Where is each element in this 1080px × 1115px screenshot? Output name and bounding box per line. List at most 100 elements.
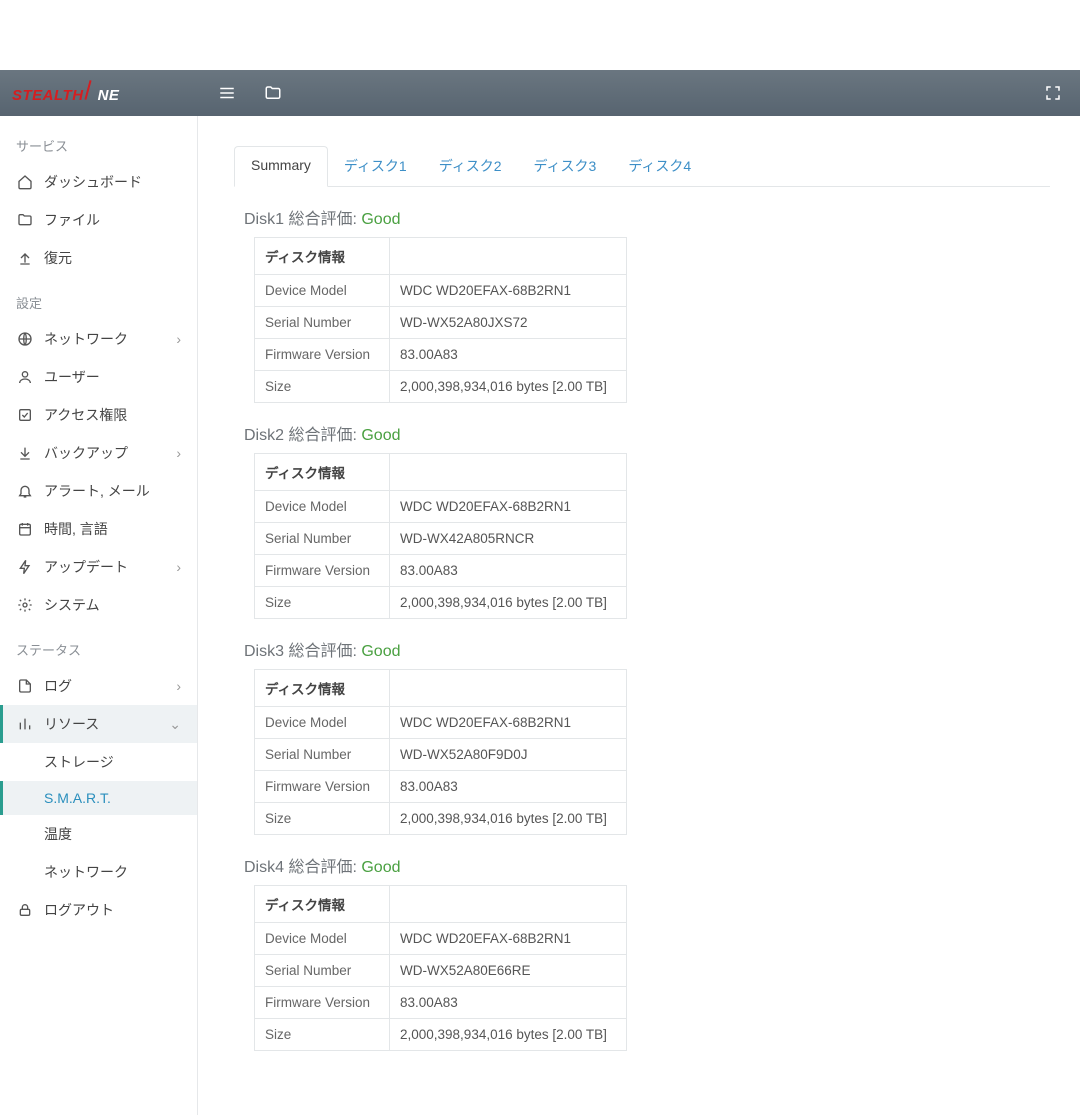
tab-disk2[interactable]: ディスク2 [423, 146, 518, 186]
chevron-right-icon: › [176, 678, 181, 694]
nav-alert[interactable]: アラート, メール [0, 472, 197, 510]
nav-smart[interactable]: S.M.A.R.T. [0, 781, 197, 815]
disk-info-table: ディスク情報 Device ModelWDC WD20EFAX-68B2RN1 … [254, 669, 627, 835]
disk-title: Disk1 総合評価: Good [244, 205, 1050, 229]
nav-dashboard[interactable]: ダッシュボード [0, 163, 197, 201]
nav-label: バックアップ [44, 443, 128, 463]
tab-disk1[interactable]: ディスク1 [328, 146, 423, 186]
globe-icon [16, 330, 34, 348]
cell-value: 83.00A83 [390, 771, 627, 803]
table-row: Size2,000,398,934,016 bytes [2.00 TB] [255, 371, 627, 403]
fullscreen-button[interactable] [1038, 78, 1068, 108]
tab-summary[interactable]: Summary [234, 146, 328, 187]
table-header: ディスク情報 [255, 670, 390, 707]
topbar: STEALTHNE [0, 70, 1080, 116]
table-row: Device ModelWDC WD20EFAX-68B2RN1 [255, 491, 627, 523]
bell-icon [16, 482, 34, 500]
cell-label: Serial Number [255, 523, 390, 555]
upload-icon [16, 249, 34, 267]
table-row: Serial NumberWD-WX52A80JXS72 [255, 307, 627, 339]
cell-value: 83.00A83 [390, 555, 627, 587]
nav-temp[interactable]: 温度 [0, 815, 197, 853]
cell-label: Firmware Version [255, 339, 390, 371]
disk-title: Disk2 総合評価: Good [244, 421, 1050, 445]
folder-button[interactable] [258, 78, 288, 108]
logo: STEALTHNE [12, 82, 212, 104]
cell-value: WD-WX52A80JXS72 [390, 307, 627, 339]
nav-label: リソース [44, 714, 99, 734]
cell-label: Serial Number [255, 955, 390, 987]
hamburger-icon [218, 84, 236, 102]
nav-network2[interactable]: ネットワーク [0, 853, 197, 891]
cell-value: 83.00A83 [390, 339, 627, 371]
cell-label: Firmware Version [255, 555, 390, 587]
nav-label: ログアウト [44, 900, 114, 920]
cell-label: Device Model [255, 923, 390, 955]
nav-system[interactable]: システム [0, 586, 197, 624]
disk-info-table: ディスク情報 Device ModelWDC WD20EFAX-68B2RN1 … [254, 885, 627, 1051]
status-good: Good [361, 427, 400, 444]
table-header: ディスク情報 [255, 238, 390, 275]
nav-update[interactable]: アップデート › [0, 548, 197, 586]
nav-user[interactable]: ユーザー [0, 358, 197, 396]
nav-label: ストレージ [44, 752, 114, 772]
lightning-icon [16, 558, 34, 576]
nav-access[interactable]: アクセス権限 [0, 396, 197, 434]
nav-label: ダッシュボード [44, 172, 142, 192]
cell-label: Serial Number [255, 739, 390, 771]
calendar-icon [16, 520, 34, 538]
chevron-down-icon: ⌄ [169, 716, 181, 733]
cell-value: 2,000,398,934,016 bytes [2.00 TB] [390, 1019, 627, 1051]
cell-value: WDC WD20EFAX-68B2RN1 [390, 491, 627, 523]
nav-label: ユーザー [44, 367, 100, 387]
nav-label: アップデート [44, 557, 128, 577]
tab-disk4[interactable]: ディスク4 [612, 146, 707, 186]
lock-icon [16, 901, 34, 919]
chevron-right-icon: › [176, 559, 181, 575]
nav-file[interactable]: ファイル [0, 201, 197, 239]
cell-value: 2,000,398,934,016 bytes [2.00 TB] [390, 803, 627, 835]
active-indicator [0, 781, 3, 815]
folder-icon [16, 211, 34, 229]
tab-disk3[interactable]: ディスク3 [518, 146, 613, 186]
tab-bar: Summary ディスク1 ディスク2 ディスク3 ディスク4 [234, 146, 1050, 187]
cell-label: Firmware Version [255, 987, 390, 1019]
table-row: Serial NumberWD-WX42A805RNCR [255, 523, 627, 555]
section-status: ステータス [0, 624, 197, 667]
table-header: ディスク情報 [255, 886, 390, 923]
nav-restore[interactable]: 復元 [0, 239, 197, 277]
hamburger-menu-button[interactable] [212, 78, 242, 108]
cell-value: WD-WX52A80F9D0J [390, 739, 627, 771]
status-good: Good [361, 643, 400, 660]
nav-storage[interactable]: ストレージ [0, 743, 197, 781]
cell-value: WDC WD20EFAX-68B2RN1 [390, 923, 627, 955]
nav-label: 温度 [44, 824, 72, 844]
disk-title: Disk3 総合評価: Good [244, 637, 1050, 661]
nav-backup[interactable]: バックアップ› [0, 434, 197, 472]
table-row: Firmware Version83.00A83 [255, 771, 627, 803]
cell-label: Size [255, 587, 390, 619]
cell-value: WD-WX42A805RNCR [390, 523, 627, 555]
cell-label: Serial Number [255, 307, 390, 339]
cell-value: 2,000,398,934,016 bytes [2.00 TB] [390, 371, 627, 403]
cell-value: 83.00A83 [390, 987, 627, 1019]
chevron-right-icon: › [176, 331, 181, 347]
logo-slash-icon [84, 82, 96, 100]
nav-resource[interactable]: リソース ⌄ [0, 705, 197, 743]
nav-label: アクセス権限 [44, 405, 127, 425]
nav-network[interactable]: ネットワーク› [0, 320, 197, 358]
cell-label: Device Model [255, 491, 390, 523]
table-row: Firmware Version83.00A83 [255, 339, 627, 371]
nav-log[interactable]: ログ › [0, 667, 197, 705]
nav-label: ログ [44, 676, 72, 696]
home-icon [16, 173, 34, 191]
cell-value: WDC WD20EFAX-68B2RN1 [390, 275, 627, 307]
cell-label: Size [255, 1019, 390, 1051]
cell-label: Firmware Version [255, 771, 390, 803]
disk-title: Disk4 総合評価: Good [244, 853, 1050, 877]
nav-logout[interactable]: ログアウト [0, 891, 197, 929]
nav-timelang[interactable]: 時間, 言語 [0, 510, 197, 548]
table-header: ディスク情報 [255, 454, 390, 491]
table-row: Serial NumberWD-WX52A80E66RE [255, 955, 627, 987]
nav-label: システム [44, 595, 100, 615]
